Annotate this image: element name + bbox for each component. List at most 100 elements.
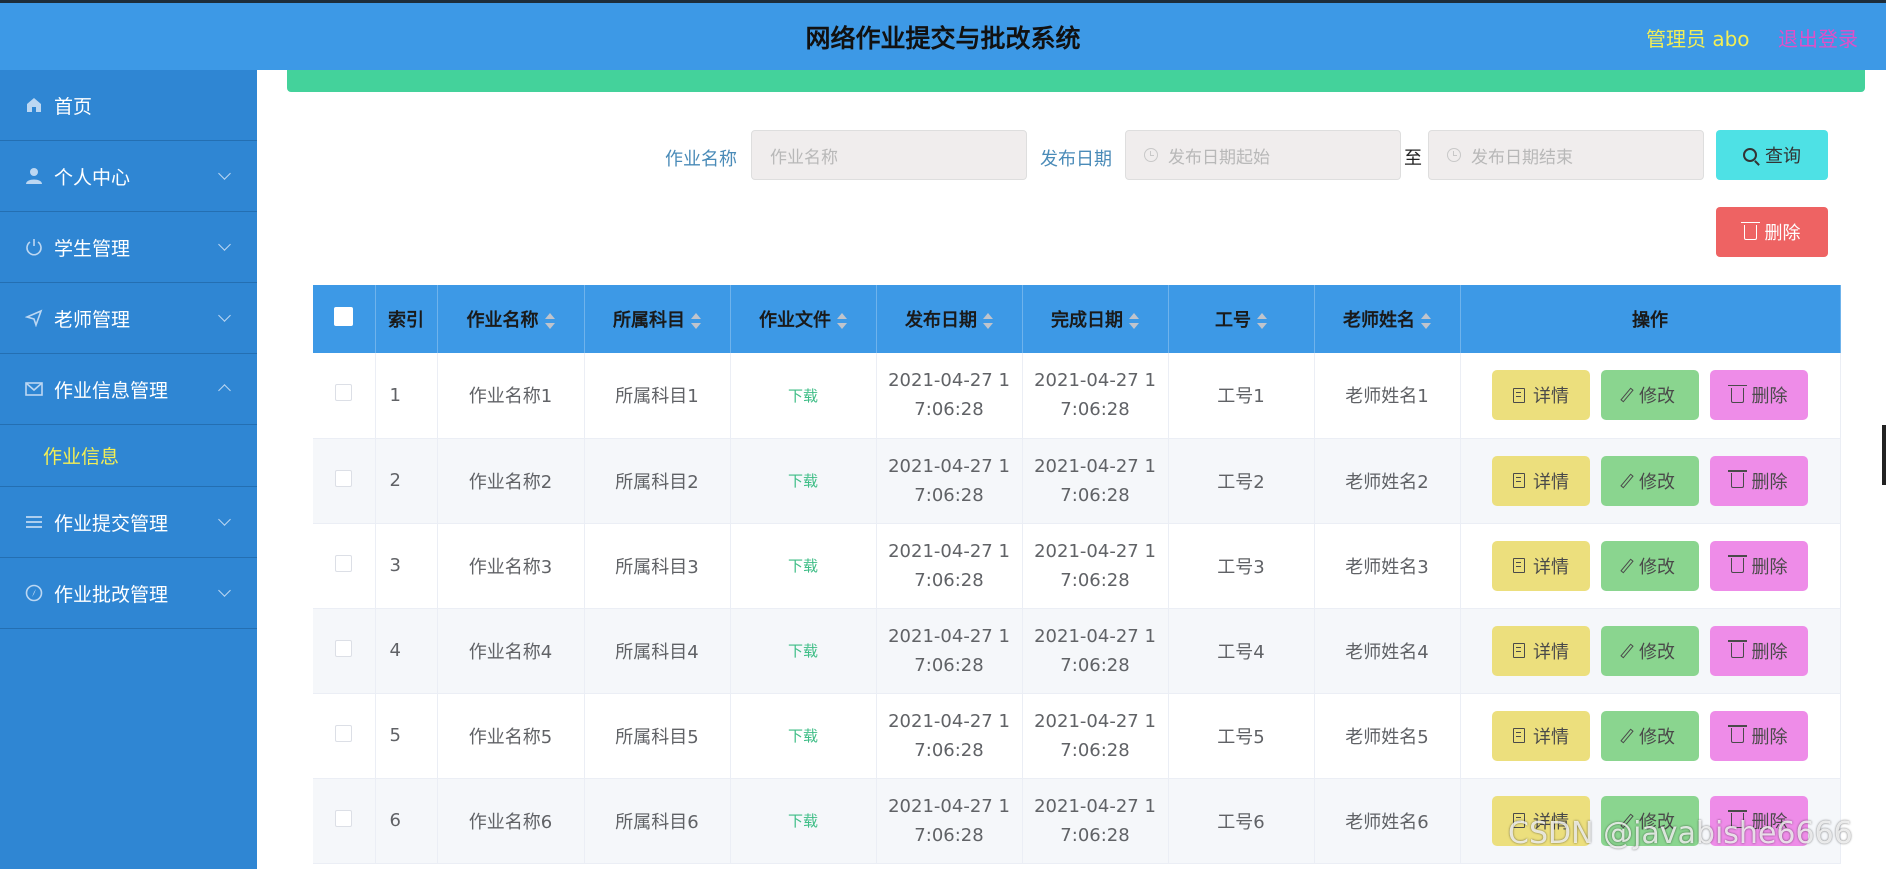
- sidebar-item-students[interactable]: 学生管理: [0, 212, 257, 283]
- row-index: 2: [375, 438, 438, 524]
- sidebar-item-label: 作业提交管理: [54, 512, 169, 535]
- sort-icon[interactable]: [691, 313, 701, 329]
- download-link[interactable]: 下载: [788, 727, 818, 745]
- row-delete-button[interactable]: 删除: [1710, 540, 1808, 591]
- row-delete-button[interactable]: 删除: [1710, 370, 1808, 421]
- row-delete-button[interactable]: 删除: [1710, 710, 1808, 761]
- detail-button[interactable]: 详情: [1492, 540, 1590, 591]
- sort-icon[interactable]: [983, 313, 993, 329]
- sidebar-item-submission-mgmt[interactable]: 作业提交管理: [0, 487, 257, 558]
- page-banner: [287, 70, 1865, 92]
- publish-date-label: 发布日期: [1040, 149, 1112, 170]
- subject-cell: 所属科目5: [584, 693, 731, 779]
- teacher-name-cell: 老师姓名5: [1314, 693, 1461, 779]
- download-link[interactable]: 下载: [788, 557, 818, 575]
- clock-icon: [1144, 148, 1158, 162]
- column-header[interactable]: 所属科目: [584, 285, 731, 353]
- homework-name-cell: 作业名称2: [437, 438, 585, 524]
- sort-icon[interactable]: [1129, 313, 1139, 329]
- download-link[interactable]: 下载: [788, 387, 818, 405]
- sidebar: 首页 个人中心 学生管理 老师管理 作业信息管理 作业信息 作业提交管理 作业批…: [0, 70, 257, 869]
- table-row: 5 作业名称5 所属科目5 下载 2021-04-27 1 7:06:28 2021-04-…: [313, 693, 1841, 779]
- page-scrollbar[interactable]: [1882, 425, 1886, 485]
- subject-cell: 所属科目6: [584, 778, 731, 864]
- home-icon: [24, 95, 44, 115]
- publish-date-cell: 2021-04-27 1 7:06:28: [876, 523, 1023, 609]
- publish-date-cell: 2021-04-27 1 7:06:28: [876, 693, 1023, 779]
- row-select-cell: [313, 523, 376, 609]
- detail-button[interactable]: 详情: [1492, 370, 1590, 421]
- column-header[interactable]: 完成日期: [1022, 285, 1169, 353]
- watermark: CSDN @javabishe6666: [1508, 816, 1853, 851]
- due-date-cell: 2021-04-27 1 7:06:28: [1022, 693, 1169, 779]
- publish-date-end-input[interactable]: 发布日期结束: [1428, 130, 1704, 180]
- detail-button[interactable]: 详情: [1492, 710, 1590, 761]
- employee-no-cell: 工号4: [1168, 608, 1315, 694]
- column-header: 索引: [375, 285, 438, 353]
- download-link[interactable]: 下载: [788, 812, 818, 830]
- file-cell: 下载: [730, 438, 877, 524]
- bulk-delete-button[interactable]: 删除: [1716, 207, 1828, 257]
- current-user: 管理员 abo: [1646, 27, 1750, 51]
- sort-icon[interactable]: [544, 313, 555, 329]
- row-checkbox[interactable]: [335, 809, 353, 827]
- column-header[interactable]: 作业文件: [730, 285, 877, 353]
- due-date-cell: 2021-04-27 1 7:06:28: [1022, 608, 1169, 694]
- row-checkbox[interactable]: [335, 554, 353, 572]
- row-checkbox[interactable]: [335, 469, 353, 487]
- employee-no-cell: 工号6: [1168, 778, 1315, 864]
- due-date-cell: 2021-04-27 1 7:06:28: [1022, 778, 1169, 864]
- row-index: 5: [375, 693, 438, 779]
- sidebar-item-home[interactable]: 首页: [0, 70, 257, 141]
- sort-icon[interactable]: [1421, 313, 1431, 329]
- row-checkbox[interactable]: [335, 724, 353, 742]
- row-checkbox[interactable]: [335, 639, 353, 657]
- table-row: 1 作业名称1 所属科目1 下载 2021-04-27 1 7:06:28 2021-04-…: [313, 353, 1841, 439]
- publish-date-start-input[interactable]: 发布日期起始: [1125, 130, 1401, 180]
- row-index: 1: [375, 353, 438, 439]
- edit-button[interactable]: 修改: [1601, 710, 1699, 761]
- column-header[interactable]: 老师姓名: [1314, 285, 1461, 353]
- trash-icon: [1727, 640, 1747, 658]
- download-link[interactable]: 下载: [788, 642, 818, 660]
- homework-name-cell: 作业名称3: [437, 523, 585, 609]
- document-icon: [1513, 387, 1525, 403]
- actions-cell: 详情 修改 删除: [1460, 608, 1841, 694]
- edit-button[interactable]: 修改: [1601, 370, 1699, 421]
- actions-cell: 详情 修改 删除: [1460, 693, 1841, 779]
- sort-icon[interactable]: [837, 313, 847, 329]
- sidebar-item-grading-mgmt[interactable]: 作业批改管理: [0, 558, 257, 629]
- sidebar-item-label: 作业信息: [43, 446, 120, 468]
- column-header[interactable]: 发布日期: [876, 285, 1023, 353]
- date-range-separator: 至: [1404, 148, 1422, 169]
- query-button[interactable]: 查询: [1716, 130, 1828, 180]
- detail-button[interactable]: 详情: [1492, 455, 1590, 506]
- select-all-checkbox[interactable]: [334, 307, 354, 326]
- teacher-name-cell: 老师姓名4: [1314, 608, 1461, 694]
- select-all-cell: [313, 285, 376, 353]
- sort-icon[interactable]: [1257, 313, 1267, 329]
- detail-button[interactable]: 详情: [1492, 625, 1590, 676]
- logout-link[interactable]: 退出登录: [1778, 23, 1858, 52]
- subject-cell: 所属科目4: [584, 608, 731, 694]
- trash-icon: [1727, 555, 1747, 573]
- row-delete-button[interactable]: 删除: [1710, 625, 1808, 676]
- subject-cell: 所属科目3: [584, 523, 731, 609]
- edit-button[interactable]: 修改: [1601, 455, 1699, 506]
- homework-name-cell: 作业名称1: [437, 353, 585, 439]
- teacher-name-cell: 老师姓名1: [1314, 353, 1461, 439]
- edit-button[interactable]: 修改: [1601, 540, 1699, 591]
- homework-name-input[interactable]: 作业名称: [751, 130, 1027, 180]
- download-link[interactable]: 下载: [788, 472, 818, 490]
- employee-no-cell: 工号3: [1168, 523, 1315, 609]
- row-checkbox[interactable]: [335, 384, 353, 402]
- column-header[interactable]: 工号: [1168, 285, 1315, 353]
- sidebar-subitem-homework-info[interactable]: 作业信息: [0, 425, 257, 487]
- sidebar-item-homework-info-mgmt[interactable]: 作业信息管理: [0, 354, 257, 425]
- sidebar-item-teachers[interactable]: 老师管理: [0, 283, 257, 354]
- column-header[interactable]: 作业名称: [437, 285, 585, 353]
- row-delete-button[interactable]: 删除: [1710, 455, 1808, 506]
- sidebar-item-profile[interactable]: 个人中心: [0, 141, 257, 212]
- file-cell: 下载: [730, 608, 877, 694]
- edit-button[interactable]: 修改: [1601, 625, 1699, 676]
